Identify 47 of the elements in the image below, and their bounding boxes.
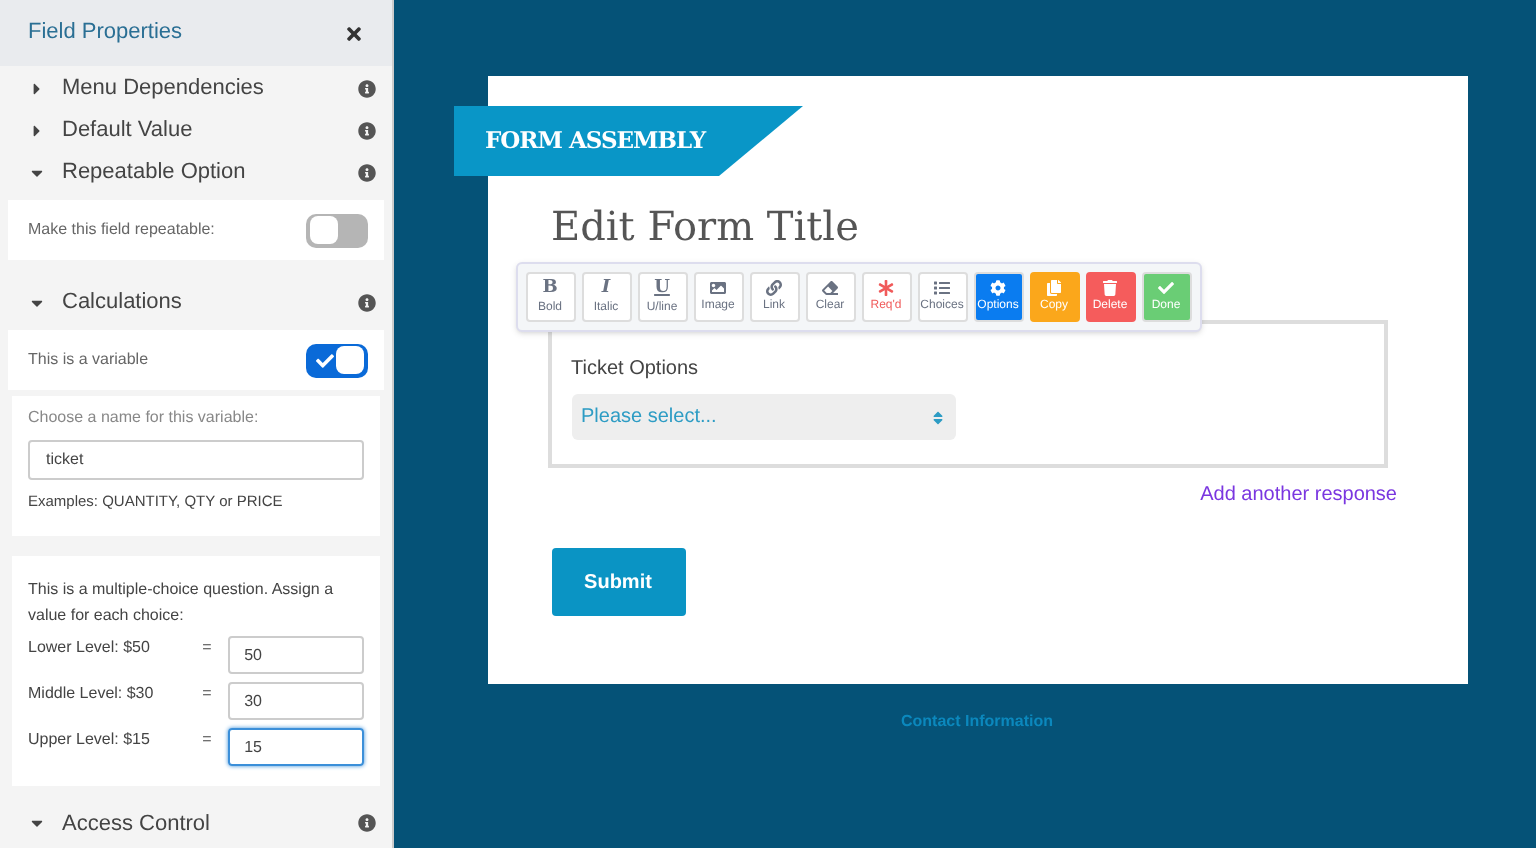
settings-icon	[990, 280, 1006, 296]
logo-banner: FORM ASSEMBLY	[453, 106, 803, 176]
info-icon[interactable]	[358, 80, 376, 98]
info-icon[interactable]	[358, 122, 376, 140]
section-header[interactable]: Access Control	[0, 802, 392, 845]
section-header[interactable]: Default Value	[0, 110, 392, 152]
section-header[interactable]: Repeatable Option	[0, 152, 392, 194]
value-field[interactable]: 30	[228, 682, 364, 721]
option-label: This is a variable	[28, 348, 149, 372]
equals-sign: =	[202, 636, 214, 661]
toggle-switch[interactable]	[306, 213, 368, 247]
asterisk-icon	[878, 280, 894, 296]
value-field[interactable]: 50	[228, 636, 364, 675]
check-icon	[316, 351, 334, 369]
section-header[interactable]: Menu Dependencies	[0, 68, 392, 110]
choice-label: Lower Level: $50	[28, 636, 152, 661]
intro-text: This is a multiple-choice question. Assign a value for each choice:	[28, 578, 336, 629]
close-icon[interactable]	[344, 23, 364, 43]
option-label: Make this field repeatable:	[28, 218, 215, 242]
equals-sign: =	[202, 728, 214, 753]
toggle-thumb[interactable]	[336, 346, 364, 374]
list-icon	[934, 280, 950, 296]
section-header[interactable]: Calculations	[0, 282, 392, 324]
input-field[interactable]: ticket	[28, 440, 364, 480]
image-icon	[710, 280, 726, 296]
choice-label: Upper Level: $15	[28, 728, 152, 753]
link-icon	[766, 280, 782, 296]
submit-button[interactable]: Submit	[551, 548, 685, 616]
choice-label: Middle Level: $30	[28, 682, 156, 707]
info-icon[interactable]	[358, 294, 376, 312]
sort-icon	[929, 409, 945, 425]
value-field[interactable]: 15	[228, 728, 364, 767]
toggle-switch[interactable]	[306, 343, 368, 377]
add-response-link[interactable]: Add another response	[1200, 480, 1397, 510]
check-icon	[1158, 280, 1174, 296]
form-title: Edit Form Title	[551, 200, 861, 254]
field-label: Ticket Options	[571, 356, 701, 384]
eraser-icon	[822, 280, 838, 296]
toggle-thumb[interactable]	[310, 216, 338, 244]
select-field[interactable]: Please select...	[571, 394, 955, 440]
field-label: Choose a name for this variable:	[28, 406, 261, 430]
copy-icon	[1046, 280, 1062, 296]
info-icon[interactable]	[358, 164, 376, 182]
info-icon[interactable]	[358, 814, 376, 833]
equals-sign: =	[202, 682, 214, 707]
trash-icon	[1102, 280, 1118, 296]
sidebar-title: Field Properties	[28, 18, 183, 49]
